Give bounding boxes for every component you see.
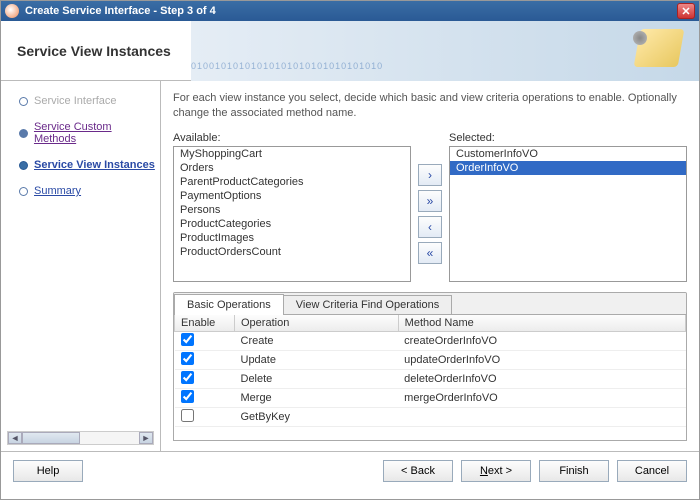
list-item[interactable]: ParentProductCategories xyxy=(174,175,410,189)
op-method[interactable]: createOrderInfoVO xyxy=(398,331,685,350)
tab-basic-operations[interactable]: Basic Operations xyxy=(174,294,284,315)
scroll-right-icon[interactable]: ► xyxy=(139,432,153,444)
op-name: Update xyxy=(235,350,399,369)
instructions-text: For each view instance you select, decid… xyxy=(173,91,687,122)
col-enable[interactable]: Enable xyxy=(175,315,235,332)
selected-label: Selected: xyxy=(449,132,687,144)
remove-button[interactable]: ‹ xyxy=(418,216,442,238)
list-item[interactable]: MyShoppingCart xyxy=(174,147,410,161)
op-name: Delete xyxy=(235,369,399,388)
table-row: Merge mergeOrderInfoVO xyxy=(175,388,686,407)
back-button[interactable]: < Back xyxy=(383,460,453,482)
add-all-button[interactable]: » xyxy=(418,190,442,212)
wizard-header: Service View Instances 01001010101010101… xyxy=(1,21,699,81)
operations-pane: Basic Operations View Criteria Find Oper… xyxy=(173,292,687,441)
tab-view-criteria[interactable]: View Criteria Find Operations xyxy=(283,295,452,314)
tabstrip: Basic Operations View Criteria Find Oper… xyxy=(174,293,686,315)
op-method[interactable] xyxy=(398,407,685,426)
wizard-footer: Help < Back Next > Finish Cancel xyxy=(1,451,699,489)
help-button[interactable]: Help xyxy=(13,460,83,482)
nav-step-label: Service View Instances xyxy=(34,159,155,171)
gear-icon xyxy=(633,31,647,45)
op-method[interactable]: updateOrderInfoVO xyxy=(398,350,685,369)
nav-bullet-icon xyxy=(19,129,28,138)
window-title: Create Service Interface - Step 3 of 4 xyxy=(25,5,677,17)
titlebar: Create Service Interface - Step 3 of 4 ✕ xyxy=(1,1,699,21)
remove-all-button[interactable]: « xyxy=(418,242,442,264)
list-item[interactable]: ProductOrdersCount xyxy=(174,245,410,259)
page-title: Service View Instances xyxy=(1,43,191,59)
enable-checkbox[interactable] xyxy=(181,333,194,346)
nav-step-label: Summary xyxy=(34,185,81,197)
nav-bullet-icon xyxy=(19,161,28,170)
finish-button[interactable]: Finish xyxy=(539,460,609,482)
nav-step-label: Service Custom Methods xyxy=(34,121,156,145)
list-item[interactable]: CustomerInfoVO xyxy=(450,147,686,161)
selected-listbox[interactable]: CustomerInfoVO OrderInfoVO xyxy=(449,146,687,282)
col-operation[interactable]: Operation xyxy=(235,315,399,332)
nav-bullet-icon xyxy=(19,187,28,196)
enable-checkbox[interactable] xyxy=(181,371,194,384)
close-icon[interactable]: ✕ xyxy=(677,3,695,19)
accel-char: N xyxy=(480,465,488,477)
list-item[interactable]: PaymentOptions xyxy=(174,189,410,203)
enable-checkbox[interactable] xyxy=(181,409,194,422)
op-method[interactable]: deleteOrderInfoVO xyxy=(398,369,685,388)
nav-step-summary[interactable]: Summary xyxy=(5,181,156,201)
next-suffix: ext > xyxy=(488,465,512,477)
next-button[interactable]: Next > xyxy=(461,460,531,482)
available-label: Available: xyxy=(173,132,411,144)
header-banner: 01001010101010101010101010101010 xyxy=(191,21,699,81)
table-row: Update updateOrderInfoVO xyxy=(175,350,686,369)
enable-checkbox[interactable] xyxy=(181,352,194,365)
add-button[interactable]: › xyxy=(418,164,442,186)
list-item[interactable]: OrderInfoVO xyxy=(450,161,686,175)
enable-checkbox[interactable] xyxy=(181,390,194,403)
operations-table[interactable]: Enable Operation Method Name Create crea… xyxy=(174,315,686,440)
nav-step-interface: Service Interface xyxy=(5,91,156,111)
table-row: GetByKey xyxy=(175,407,686,426)
table-row: Delete deleteOrderInfoVO xyxy=(175,369,686,388)
scroll-left-icon[interactable]: ◄ xyxy=(8,432,22,444)
list-item[interactable]: ProductImages xyxy=(174,231,410,245)
op-method[interactable]: mergeOrderInfoVO xyxy=(398,388,685,407)
list-item[interactable]: Orders xyxy=(174,161,410,175)
table-row: Create createOrderInfoVO xyxy=(175,331,686,350)
app-icon xyxy=(5,4,19,18)
available-listbox[interactable]: MyShoppingCart Orders ParentProductCateg… xyxy=(173,146,411,282)
wizard-nav: Service Interface Service Custom Methods… xyxy=(1,81,161,451)
op-name: GetByKey xyxy=(235,407,399,426)
list-item[interactable]: Persons xyxy=(174,203,410,217)
nav-step-view-instances[interactable]: Service View Instances xyxy=(5,155,156,175)
nav-step-label: Service Interface xyxy=(34,95,117,107)
cancel-button[interactable]: Cancel xyxy=(617,460,687,482)
shuttle-buttons: › » ‹ « xyxy=(417,132,443,282)
op-name: Create xyxy=(235,331,399,350)
list-item[interactable]: ProductCategories xyxy=(174,217,410,231)
nav-step-custom-methods[interactable]: Service Custom Methods xyxy=(5,117,156,149)
nav-bullet-icon xyxy=(19,97,28,106)
nav-scrollbar[interactable]: ◄ ► xyxy=(7,431,154,445)
col-method[interactable]: Method Name xyxy=(398,315,685,332)
scroll-thumb[interactable] xyxy=(22,432,80,444)
op-name: Merge xyxy=(235,388,399,407)
